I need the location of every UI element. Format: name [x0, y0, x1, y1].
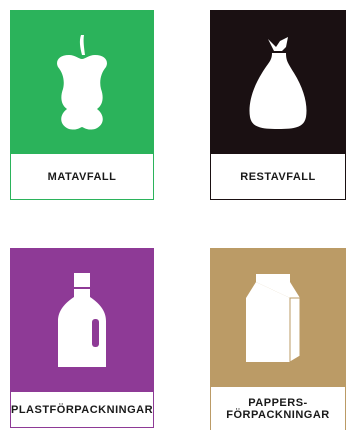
plast-label: PLASTFÖRPACKNINGAR — [11, 403, 154, 416]
plast-panel — [11, 249, 153, 392]
card-pappersforpackningar: PAPPERS- FÖRPACKNINGAR — [210, 248, 346, 430]
papper-label-line1: PAPPERS- — [248, 397, 308, 409]
restavfall-panel — [211, 11, 345, 154]
trash-bag-icon — [242, 33, 314, 133]
card-restavfall: RESTAVFALL — [210, 10, 346, 200]
plastic-bottle-icon — [52, 271, 112, 371]
card-matavfall: MATAVFALL — [10, 10, 154, 200]
papper-label: PAPPERS- FÖRPACKNINGAR — [211, 387, 345, 431]
matavfall-panel — [11, 11, 153, 154]
card-plastforpackningar: PLASTFÖRPACKNINGAR — [10, 248, 154, 428]
milk-carton-icon — [246, 268, 310, 368]
matavfall-label: MATAVFALL — [47, 170, 117, 183]
restavfall-label: RESTAVFALL — [240, 170, 316, 183]
papper-label-line2: FÖRPACKNINGAR — [226, 409, 330, 421]
apple-core-icon — [47, 33, 117, 133]
papper-panel — [211, 249, 345, 387]
